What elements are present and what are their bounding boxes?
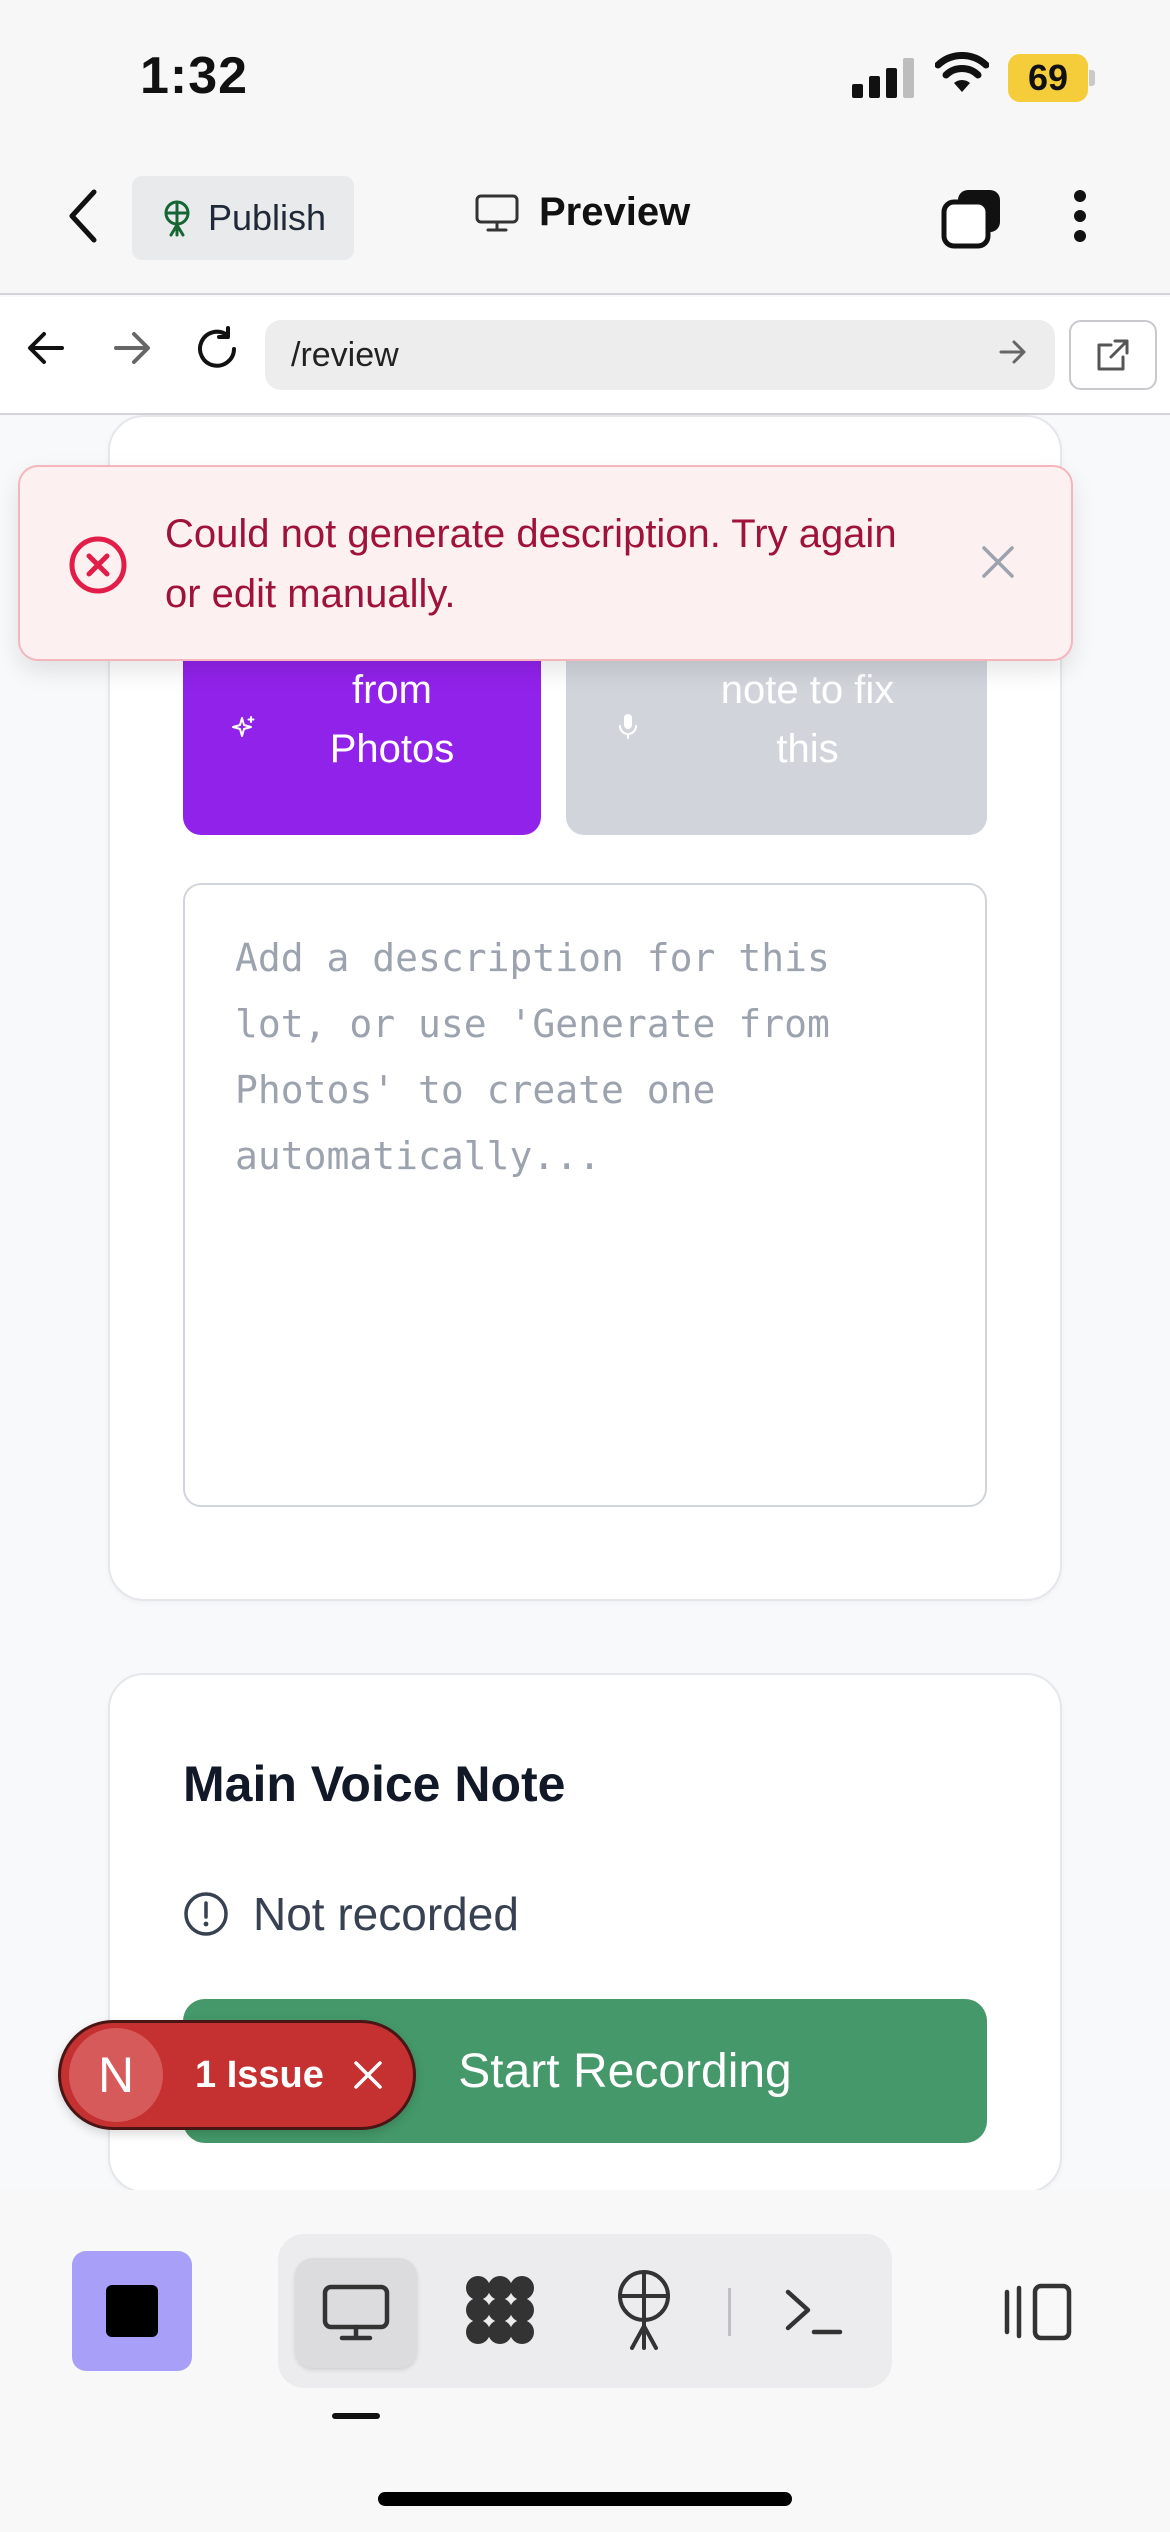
error-circle-icon bbox=[69, 536, 127, 594]
start-recording-label: Start Recording bbox=[458, 2044, 792, 2098]
wifi-icon bbox=[935, 52, 989, 92]
stop-icon bbox=[106, 2285, 158, 2337]
preview-label: Preview bbox=[539, 190, 691, 234]
publish-label: Publish bbox=[208, 197, 327, 238]
microphone-icon bbox=[619, 714, 637, 739]
go-arrow-icon[interactable] bbox=[998, 338, 1028, 366]
description-textarea[interactable] bbox=[183, 883, 987, 1507]
publish-button[interactable]: Publish bbox=[132, 176, 354, 260]
stop-button[interactable] bbox=[72, 2251, 192, 2371]
close-icon[interactable] bbox=[980, 544, 1016, 580]
issue-count-label: 1 Issue bbox=[195, 2053, 324, 2096]
tabs-icon[interactable] bbox=[940, 186, 1004, 250]
antenna-icon bbox=[164, 200, 190, 237]
split-view-icon[interactable] bbox=[1003, 2282, 1073, 2342]
status-time: 1:32 bbox=[140, 47, 249, 105]
browser-forward-icon[interactable] bbox=[112, 330, 152, 366]
signal-icon bbox=[852, 58, 914, 98]
recording-status: Not recorded bbox=[183, 1887, 519, 1941]
issue-close-icon[interactable] bbox=[352, 2059, 384, 2091]
preview-tab[interactable]: Preview bbox=[475, 190, 690, 235]
monitor-tab-icon bbox=[322, 2284, 390, 2341]
home-indicator bbox=[378, 2492, 792, 2506]
issue-badge[interactable]: N 1 Issue bbox=[58, 2020, 416, 2130]
antenna-tab-icon[interactable] bbox=[612, 2270, 676, 2350]
tab-divider bbox=[728, 2288, 731, 2336]
browser-back-icon[interactable] bbox=[26, 330, 66, 366]
more-options-icon[interactable] bbox=[1066, 186, 1096, 246]
issue-avatar: N bbox=[69, 2028, 163, 2122]
active-tab-indicator bbox=[332, 2413, 380, 2419]
toast-message: Could not generate description. Try agai… bbox=[165, 512, 897, 616]
reload-icon[interactable] bbox=[194, 326, 240, 372]
alert-circle-icon bbox=[184, 1892, 228, 1936]
sparkle-icon bbox=[232, 716, 255, 737]
monitor-icon bbox=[475, 194, 519, 231]
grid-blobs-icon[interactable] bbox=[462, 2272, 538, 2348]
open-external-button[interactable] bbox=[1069, 320, 1157, 390]
battery-indicator: 69 bbox=[1008, 54, 1088, 102]
terminal-icon[interactable] bbox=[784, 2284, 844, 2338]
battery-tip bbox=[1089, 70, 1095, 86]
voice-note-title: Main Voice Note bbox=[183, 1756, 566, 1812]
back-chevron-icon[interactable] bbox=[62, 188, 106, 244]
recording-status-text: Not recorded bbox=[253, 1888, 519, 1940]
url-field[interactable]: /review bbox=[265, 320, 1055, 390]
external-link-icon bbox=[1097, 339, 1129, 371]
